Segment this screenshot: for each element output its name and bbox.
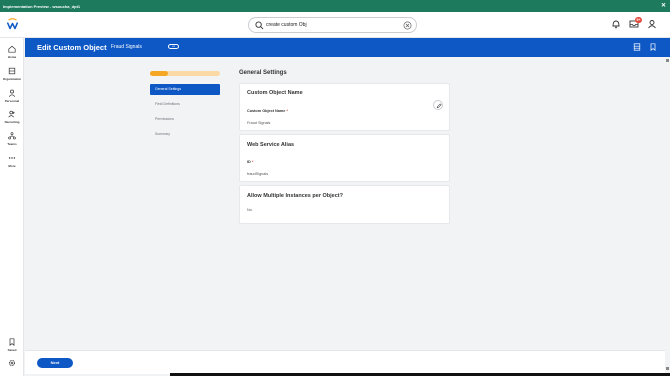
field-label-custom-object-name: Custom Object Name * xyxy=(247,109,288,113)
bell-icon[interactable] xyxy=(611,19,621,29)
layout-icon[interactable] xyxy=(633,43,641,51)
scroll-down-arrow[interactable] xyxy=(666,367,669,370)
page-subtitle: Fraud Signals xyxy=(111,44,142,50)
preview-title: Implementation Preview - wsoucha_dpt1 xyxy=(3,3,81,9)
inbox-badge: 9+ xyxy=(635,17,642,23)
top-bar: create custom Obj 9+ xyxy=(0,12,670,38)
home-icon xyxy=(8,45,16,53)
person-icon xyxy=(8,89,16,97)
step-permissions[interactable]: Permissions xyxy=(150,114,220,125)
card-title-web-service-alias: Web Service Alias xyxy=(247,142,295,148)
scroll-up-arrow[interactable] xyxy=(666,59,669,62)
nav-item-more[interactable]: More xyxy=(0,154,24,174)
nav-item-saved[interactable]: Saved xyxy=(0,338,24,358)
organization-icon xyxy=(8,67,16,75)
nav-label-home: Home xyxy=(7,55,17,59)
card-custom-object-name: Custom Object Name Custom Object Name * … xyxy=(239,83,450,131)
settings-gear-icon xyxy=(8,359,16,367)
side-navigation: Home Organization Personnel Recruiting T… xyxy=(0,38,24,376)
nav-label-saved: Saved xyxy=(7,348,17,352)
nav-item-personnel[interactable]: Personnel xyxy=(0,89,24,109)
field-label-id: ID * xyxy=(247,160,254,164)
user-icon[interactable] xyxy=(647,19,657,29)
multiple-instances-value: No xyxy=(247,208,252,212)
nav-label-personnel: Personnel xyxy=(4,99,20,103)
web-service-id-value: fraudSignals xyxy=(247,172,269,176)
step-field-definitions[interactable]: Field Definitions xyxy=(150,99,220,110)
card-title-multiple-instances: Allow Multiple Instances per Object? xyxy=(247,193,343,199)
teams-icon xyxy=(8,132,16,140)
step-summary[interactable]: Summary xyxy=(150,129,220,140)
related-actions-button[interactable]: ••• xyxy=(168,44,179,49)
workday-logo[interactable] xyxy=(7,18,18,30)
bookmark-icon xyxy=(9,338,15,346)
more-dots-icon xyxy=(8,157,16,159)
preview-title-bar: Implementation Preview - wsoucha_dpt1 ✕ xyxy=(0,0,670,12)
nav-label-teams: Teams xyxy=(7,142,17,146)
bookmark-icon[interactable] xyxy=(649,43,657,51)
nav-item-recruiting[interactable]: Recruiting xyxy=(0,110,24,130)
card-multiple-instances: Allow Multiple Instances per Object? No xyxy=(239,185,450,224)
required-marker: * xyxy=(251,160,254,164)
section-title: General Settings xyxy=(239,70,287,76)
edit-button[interactable] xyxy=(433,100,443,110)
page-header: Edit Custom Object Fraud Signals ••• xyxy=(25,38,670,57)
search-bar[interactable]: create custom Obj xyxy=(248,17,417,33)
search-icon xyxy=(255,21,264,30)
page-title: Edit Custom Object xyxy=(37,43,107,52)
wizard-progress-fill xyxy=(150,71,168,76)
nav-item-teams[interactable]: Teams xyxy=(0,132,24,152)
card-web-service-alias: Web Service Alias ID * fraudSignals xyxy=(239,134,450,182)
pencil-icon xyxy=(436,103,442,109)
custom-object-name-value: Fraud Signals xyxy=(247,121,271,125)
footer-bar: Next xyxy=(25,350,670,374)
nav-item-settings[interactable] xyxy=(0,359,24,376)
step-general-settings[interactable]: General Settings xyxy=(150,84,220,95)
vertical-scrollbar[interactable] xyxy=(665,57,670,374)
nav-label-recruiting: Recruiting xyxy=(4,120,20,124)
recruiting-icon xyxy=(8,110,15,118)
nav-item-organization[interactable]: Organization xyxy=(0,67,24,87)
clear-search-icon[interactable] xyxy=(403,21,412,30)
search-input[interactable]: create custom Obj xyxy=(266,21,307,30)
nav-item-home[interactable]: Home xyxy=(0,45,24,65)
wizard-progress-bar xyxy=(150,71,220,76)
nav-label-organization: Organization xyxy=(2,77,22,81)
next-button[interactable]: Next xyxy=(37,358,73,368)
close-icon[interactable]: ✕ xyxy=(661,2,666,9)
card-title-custom-object-name: Custom Object Name xyxy=(247,90,303,96)
nav-label-more: More xyxy=(8,164,16,168)
required-marker: * xyxy=(286,109,288,113)
